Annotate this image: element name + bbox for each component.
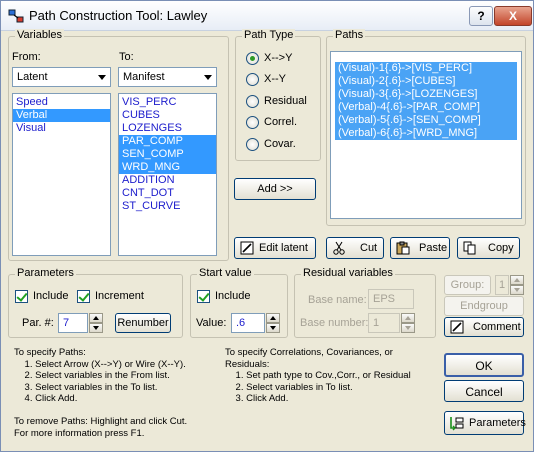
spin-down-icon[interactable] [89,323,103,333]
to-item-st-curve[interactable]: ST_CURVE [119,200,216,213]
from-type-value: Latent [17,71,48,83]
base-name-input[interactable]: EPS [368,289,414,309]
help-text-paths: To specify Paths: 1. Select Arrow (X-->Y… [14,347,188,439]
base-number-spinner[interactable] [401,313,415,333]
chevron-down-icon [204,75,212,80]
from-variables-list[interactable]: Speed Verbal Visual [12,93,111,256]
start-value-include-checkbox[interactable]: Include [197,290,257,306]
help-text-correlations: To specify Correlations, Covariances, or… [225,347,411,404]
spin-up-icon[interactable] [266,313,280,323]
renumber-button[interactable]: Renumber [115,313,171,333]
group-number-spinner[interactable] [510,275,524,295]
path-item[interactable]: (Visual)-2{.6}->[CUBES] [335,75,517,88]
ok-button[interactable]: OK [444,353,524,377]
close-icon: X [508,9,517,23]
par-number-input[interactable]: 7 [58,313,88,333]
to-label: To: [119,51,134,63]
paths-list[interactable]: (Visual)-1{.6}->[VIS_PERC] (Visual)-2{.6… [330,51,522,219]
to-item-cnt-dot[interactable]: CNT_DOT [119,187,216,200]
radio-selected-icon [246,52,259,65]
path-construction-dialog: Path Construction Tool: Lawley ? X Varia… [0,0,534,452]
to-item-par-comp[interactable]: PAR_COMP [119,135,216,148]
checkbox-checked-icon [197,290,210,303]
copy-icon [463,241,476,255]
start-value-input[interactable]: .6 [231,313,265,333]
spin-up-icon[interactable] [401,313,415,323]
start-value-spinner[interactable] [266,313,280,333]
edit-latent-button[interactable]: Edit latent [234,237,316,259]
cut-button[interactable]: Cut [326,237,384,259]
to-item-sen-comp[interactable]: SEN_COMP [119,148,216,161]
path-item[interactable]: (Visual)-1{.6}->[VIS_PERC] [335,62,517,75]
to-item-lozenges[interactable]: LOZENGES [119,122,216,135]
spin-down-icon[interactable] [266,323,280,333]
to-type-value: Manifest [123,71,165,83]
path-tool-app-icon [8,9,24,23]
from-type-select[interactable]: Latent [12,67,111,87]
comment-button[interactable]: Comment [444,317,524,337]
to-item-addition[interactable]: ADDITION [119,174,216,187]
residual-group-label: Residual variables [301,267,395,279]
spin-down-icon[interactable] [401,323,415,333]
endgroup-button[interactable]: Endgroup [444,296,524,316]
base-number-label: Base number: [300,317,369,329]
parameters-group-label: Parameters [15,267,76,279]
path-item[interactable]: (Visual)-3{.6}->[LOZENGES] [335,88,517,101]
path-item[interactable]: (Verbal)-4{.6}->[PAR_COMP] [335,101,517,114]
chevron-down-icon [98,75,106,80]
parameters-include-checkbox[interactable]: Include [15,290,75,306]
to-item-wrd-mng[interactable]: WRD_MNG [119,161,216,174]
to-variables-list[interactable]: VIS_PERC CUBES LOZENGES PAR_COMP SEN_COM… [118,93,217,256]
add-button[interactable]: Add >> [234,178,316,200]
to-type-select[interactable]: Manifest [118,67,217,87]
from-item-verbal[interactable]: Verbal [13,109,110,122]
base-name-label: Base name: [308,294,367,306]
scissors-icon [333,241,345,255]
path-item[interactable]: (Verbal)-6{.6}->[WRD_MNG] [335,127,517,140]
parameters-icon [450,417,464,431]
radio-icon [246,95,259,108]
spin-up-icon[interactable] [510,275,524,285]
path-type-wire-radio[interactable]: X--Y [246,72,316,88]
path-type-arrow-radio[interactable]: X-->Y [246,51,316,67]
parameters-button[interactable]: Parameters [444,411,526,435]
checkbox-checked-icon [77,290,90,303]
spin-up-icon[interactable] [89,313,103,323]
from-label: From: [12,51,41,63]
from-item-speed[interactable]: Speed [13,96,110,109]
comment-pencil-icon [450,320,464,334]
group-number-input[interactable]: 1 [495,275,509,295]
group-button[interactable]: Group: [444,275,491,295]
cancel-button[interactable]: Cancel [444,380,524,402]
copy-button[interactable]: Copy [457,237,520,259]
paste-button[interactable]: Paste [390,237,450,259]
radio-icon [246,73,259,86]
radio-icon [246,116,259,129]
help-title-button[interactable]: ? [469,6,493,26]
edit-icon [240,241,254,255]
paths-group-label: Paths [333,29,366,41]
clipboard-icon [396,241,410,255]
par-number-label: Par. #: [22,317,54,329]
to-item-vis-perc[interactable]: VIS_PERC [119,96,216,109]
title-bar: Path Construction Tool: Lawley ? X [1,1,533,31]
close-title-button[interactable]: X [494,6,532,26]
par-number-spinner[interactable] [89,313,103,333]
base-number-input[interactable]: 1 [368,313,400,333]
path-type-group-label: Path Type [242,29,296,41]
start-value-label: Value: [196,317,227,329]
path-type-covar-radio[interactable]: Covar. [246,137,316,153]
increment-checkbox[interactable]: Increment [77,290,147,306]
variables-group-label: Variables [15,29,65,41]
path-type-residual-radio[interactable]: Residual [246,94,316,110]
from-item-visual[interactable]: Visual [13,122,110,135]
to-item-cubes[interactable]: CUBES [119,109,216,122]
path-item[interactable]: (Verbal)-5{.6}->[SEN_COMP] [335,114,517,127]
path-type-correl-radio[interactable]: Correl. [246,115,316,131]
start-value-group-label: Start value [197,267,254,279]
checkbox-checked-icon [15,290,28,303]
radio-icon [246,138,259,151]
spin-down-icon[interactable] [510,285,524,295]
window-title: Path Construction Tool: Lawley [29,8,208,23]
